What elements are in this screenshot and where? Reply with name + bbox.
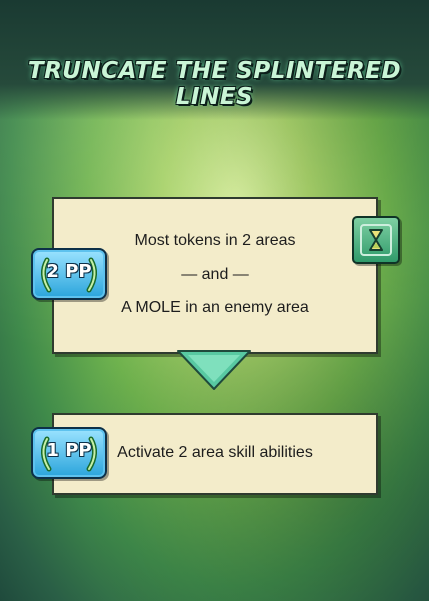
- arrow-down-icon: [176, 349, 252, 391]
- card-title: TRUNCATE THE SPLINTERED LINES: [27, 58, 402, 110]
- objective-1-line-2: A MOLE in an enemy area: [121, 299, 309, 316]
- objective-1-line-1: Most tokens in 2 areas: [134, 232, 296, 249]
- points-value: 2 PP: [46, 261, 92, 282]
- points-badge-2: 2 PP: [31, 248, 107, 300]
- points-value: 1 PP: [46, 440, 92, 461]
- hourglass-icon: [352, 216, 400, 264]
- points-badge-1: 1 PP: [31, 427, 107, 479]
